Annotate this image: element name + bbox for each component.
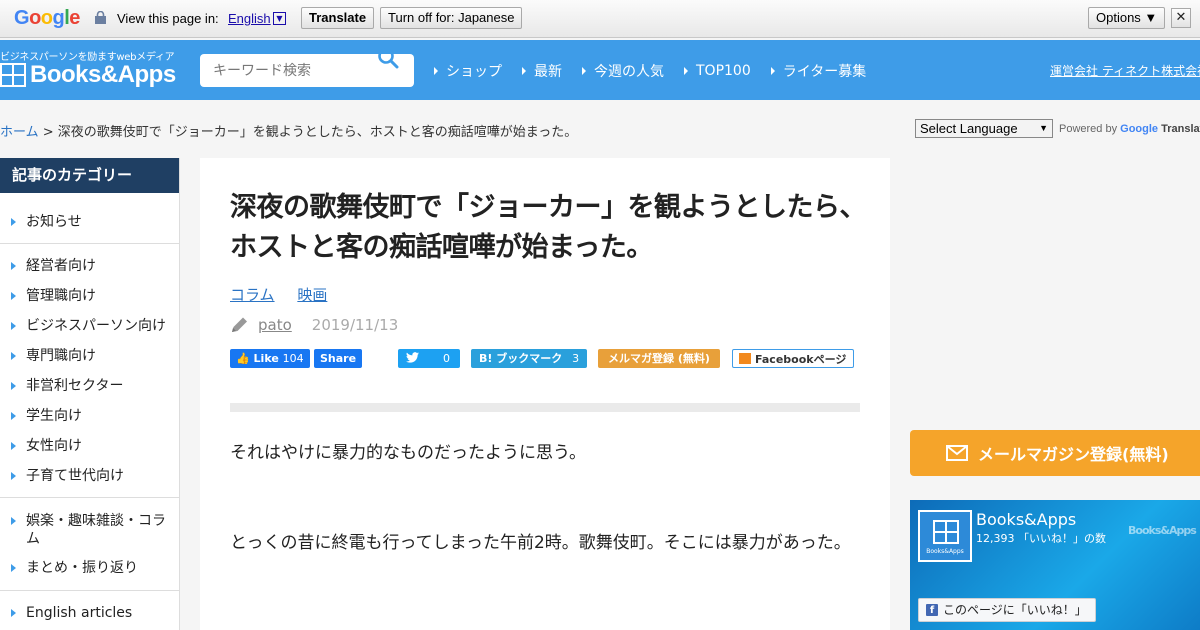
chevron-down-icon: ▼ (1039, 123, 1048, 133)
sidebar-item-executives[interactable]: 経営者向け (0, 257, 180, 275)
language-link[interactable]: English (228, 11, 271, 26)
sidebar-item-students[interactable]: 学生向け (0, 407, 180, 425)
article-paragraph: とっくの昔に終電も行ってしまった午前2時。歌舞伎町。そこには暴力があった。 (230, 533, 851, 553)
category-sidebar: 記事のカテゴリー お知らせ 経営者向け 管理職向け ビジネスパーソン向け 専門職… (0, 158, 180, 630)
powered-by-google: Powered by Google Translate (1059, 123, 1200, 135)
chevron-right-icon (11, 442, 16, 450)
author-link[interactable]: pato (258, 316, 292, 334)
facebook-icon: f (926, 604, 938, 616)
chevron-right-icon (684, 67, 688, 75)
category-link-movie[interactable]: 映画 (297, 286, 327, 304)
nav-item-shop[interactable]: ショップ (434, 61, 502, 81)
divider-bar (230, 403, 860, 412)
mailmag-register-button[interactable]: メルマガ登録 (無料) (598, 349, 720, 368)
sidebar-item-parents[interactable]: 子育て世代向け (0, 467, 180, 485)
twitter-button[interactable]: 0 (398, 349, 460, 368)
sidebar-divider (0, 243, 180, 244)
nav-item-latest[interactable]: 最新 (522, 61, 562, 81)
turn-off-button[interactable]: Turn off for: Japanese (380, 7, 523, 29)
sidebar-item-women[interactable]: 女性向け (0, 437, 180, 455)
article-title: 深夜の歌舞伎町で「ジョーカー」を観ようとしたら、ホストと客の痴話喧嘩が始まった。 (230, 192, 867, 263)
site-logo[interactable]: Books&Apps (0, 61, 176, 88)
chevron-right-icon (11, 412, 16, 420)
facebook-page-button[interactable]: Facebookページ (732, 349, 854, 368)
sidebar-item-nonprofit[interactable]: 非営利セクター (0, 377, 180, 395)
article: 深夜の歌舞伎町で「ジョーカー」を観ようとしたら、ホストと客の痴話喧嘩が始まった。… (200, 158, 890, 630)
facebook-share-button[interactable]: Share (314, 349, 362, 368)
breadcrumb-current: 深夜の歌舞伎町で「ジョーカー」を観ようとしたら、ホストと客の痴話喧嘩が始まった。 (57, 125, 578, 140)
search-input[interactable] (200, 54, 370, 87)
google-logo: Google (14, 7, 80, 29)
sidebar-item-business-persons[interactable]: ビジネスパーソン向け (0, 317, 180, 335)
sidebar-divider (0, 497, 180, 498)
logo-text: Books&Apps (30, 61, 176, 88)
view-page-text: View this page in: (117, 11, 219, 26)
sidebar-item-entertainment[interactable]: 娯楽・趣味雑談・コラム (0, 512, 180, 548)
facebook-page-name[interactable]: Books&Apps (976, 510, 1076, 529)
breadcrumb-home-link[interactable]: ホーム (0, 125, 39, 140)
mailmagazine-register-button[interactable]: メールマガジン登録(無料) (910, 430, 1200, 476)
facebook-cover-logo: Books&Apps (1128, 524, 1197, 537)
chevron-right-icon (522, 67, 526, 75)
twitter-count: 0 (443, 352, 450, 365)
chevron-right-icon (11, 292, 16, 300)
chevron-right-icon (11, 218, 16, 226)
article-paragraph: それはやけに暴力的なものだったように思う。 (230, 443, 586, 463)
article-categories: コラム 映画 (230, 284, 345, 305)
options-button[interactable]: Options ▼ (1088, 7, 1166, 29)
chevron-right-icon (11, 382, 16, 390)
facebook-page-like-button[interactable]: f このページに「いいね！」 (918, 598, 1096, 622)
sidebar-item-managers[interactable]: 管理職向け (0, 287, 180, 305)
chevron-right-icon (11, 262, 16, 270)
article-meta: pato 2019/11/13 (230, 316, 398, 334)
envelope-icon (946, 445, 968, 461)
sidebar-item-summary[interactable]: まとめ・振り返り (0, 559, 180, 577)
chevron-right-icon (11, 609, 16, 617)
language-dropdown-icon[interactable]: ▼ (273, 12, 286, 25)
chevron-right-icon (11, 322, 16, 330)
site-header: ビジネスパーソンを励ますwebメディア Books&Apps ショップ 最新 今… (0, 40, 1200, 100)
chevron-right-icon (11, 472, 16, 480)
facebook-like-count: 12,393 「いいね！」の数 (976, 532, 1106, 545)
breadcrumb-separator: > (38, 125, 58, 140)
flag-icon (739, 353, 751, 364)
thumbs-up-icon: 👍 (236, 352, 250, 365)
chevron-right-icon (11, 517, 16, 525)
google-translate-bar: Google View this page in: English ▼ Tran… (0, 0, 1200, 38)
sidebar-item-professionals[interactable]: 専門職向け (0, 347, 180, 365)
sidebar-item-news[interactable]: お知らせ (0, 213, 180, 231)
sidebar-item-english[interactable]: English articles (0, 604, 180, 622)
twitter-bird-icon (406, 352, 419, 363)
sidebar-divider (0, 590, 180, 591)
main-nav: ショップ 最新 今週の人気 TOP100 ライター募集 (434, 61, 886, 81)
chevron-right-icon (11, 352, 16, 360)
nav-item-writer-recruit[interactable]: ライター募集 (770, 61, 866, 81)
close-icon[interactable]: ✕ (1171, 8, 1191, 28)
logo-mark-icon (0, 63, 26, 87)
nav-item-top100[interactable]: TOP100 (684, 61, 751, 81)
company-link[interactable]: 運営会社 ティネクト株式会社 (1050, 62, 1200, 79)
sidebar-heading: 記事のカテゴリー (0, 158, 179, 193)
facebook-page-widget: Books&Apps Books&Apps 12,393 「いいね！」の数 Bo… (910, 500, 1200, 630)
facebook-page-avatar[interactable]: Books&Apps (918, 510, 972, 562)
search-icon[interactable] (377, 47, 399, 69)
chevron-right-icon (770, 67, 775, 75)
category-link-column[interactable]: コラム (230, 286, 275, 304)
breadcrumb: ホーム > 深夜の歌舞伎町で「ジョーカー」を観ようとしたら、ホストと客の痴話喧嘩… (0, 121, 577, 140)
publish-date: 2019/11/13 (311, 316, 399, 334)
language-select[interactable]: Select Language ▼ (915, 119, 1053, 138)
nav-item-weekly-popular[interactable]: 今週の人気 (582, 61, 664, 81)
facebook-like-button[interactable]: 👍 Like 104 (230, 349, 310, 368)
logo-mark-icon (933, 520, 959, 544)
lock-icon (95, 11, 106, 24)
chevron-right-icon (11, 564, 16, 572)
translate-button[interactable]: Translate (301, 7, 375, 29)
chevron-right-icon (582, 67, 586, 75)
pencil-icon (232, 317, 247, 332)
chevron-right-icon (434, 67, 438, 75)
hatena-bookmark-button[interactable]: B! ブックマーク 3 (471, 349, 587, 368)
